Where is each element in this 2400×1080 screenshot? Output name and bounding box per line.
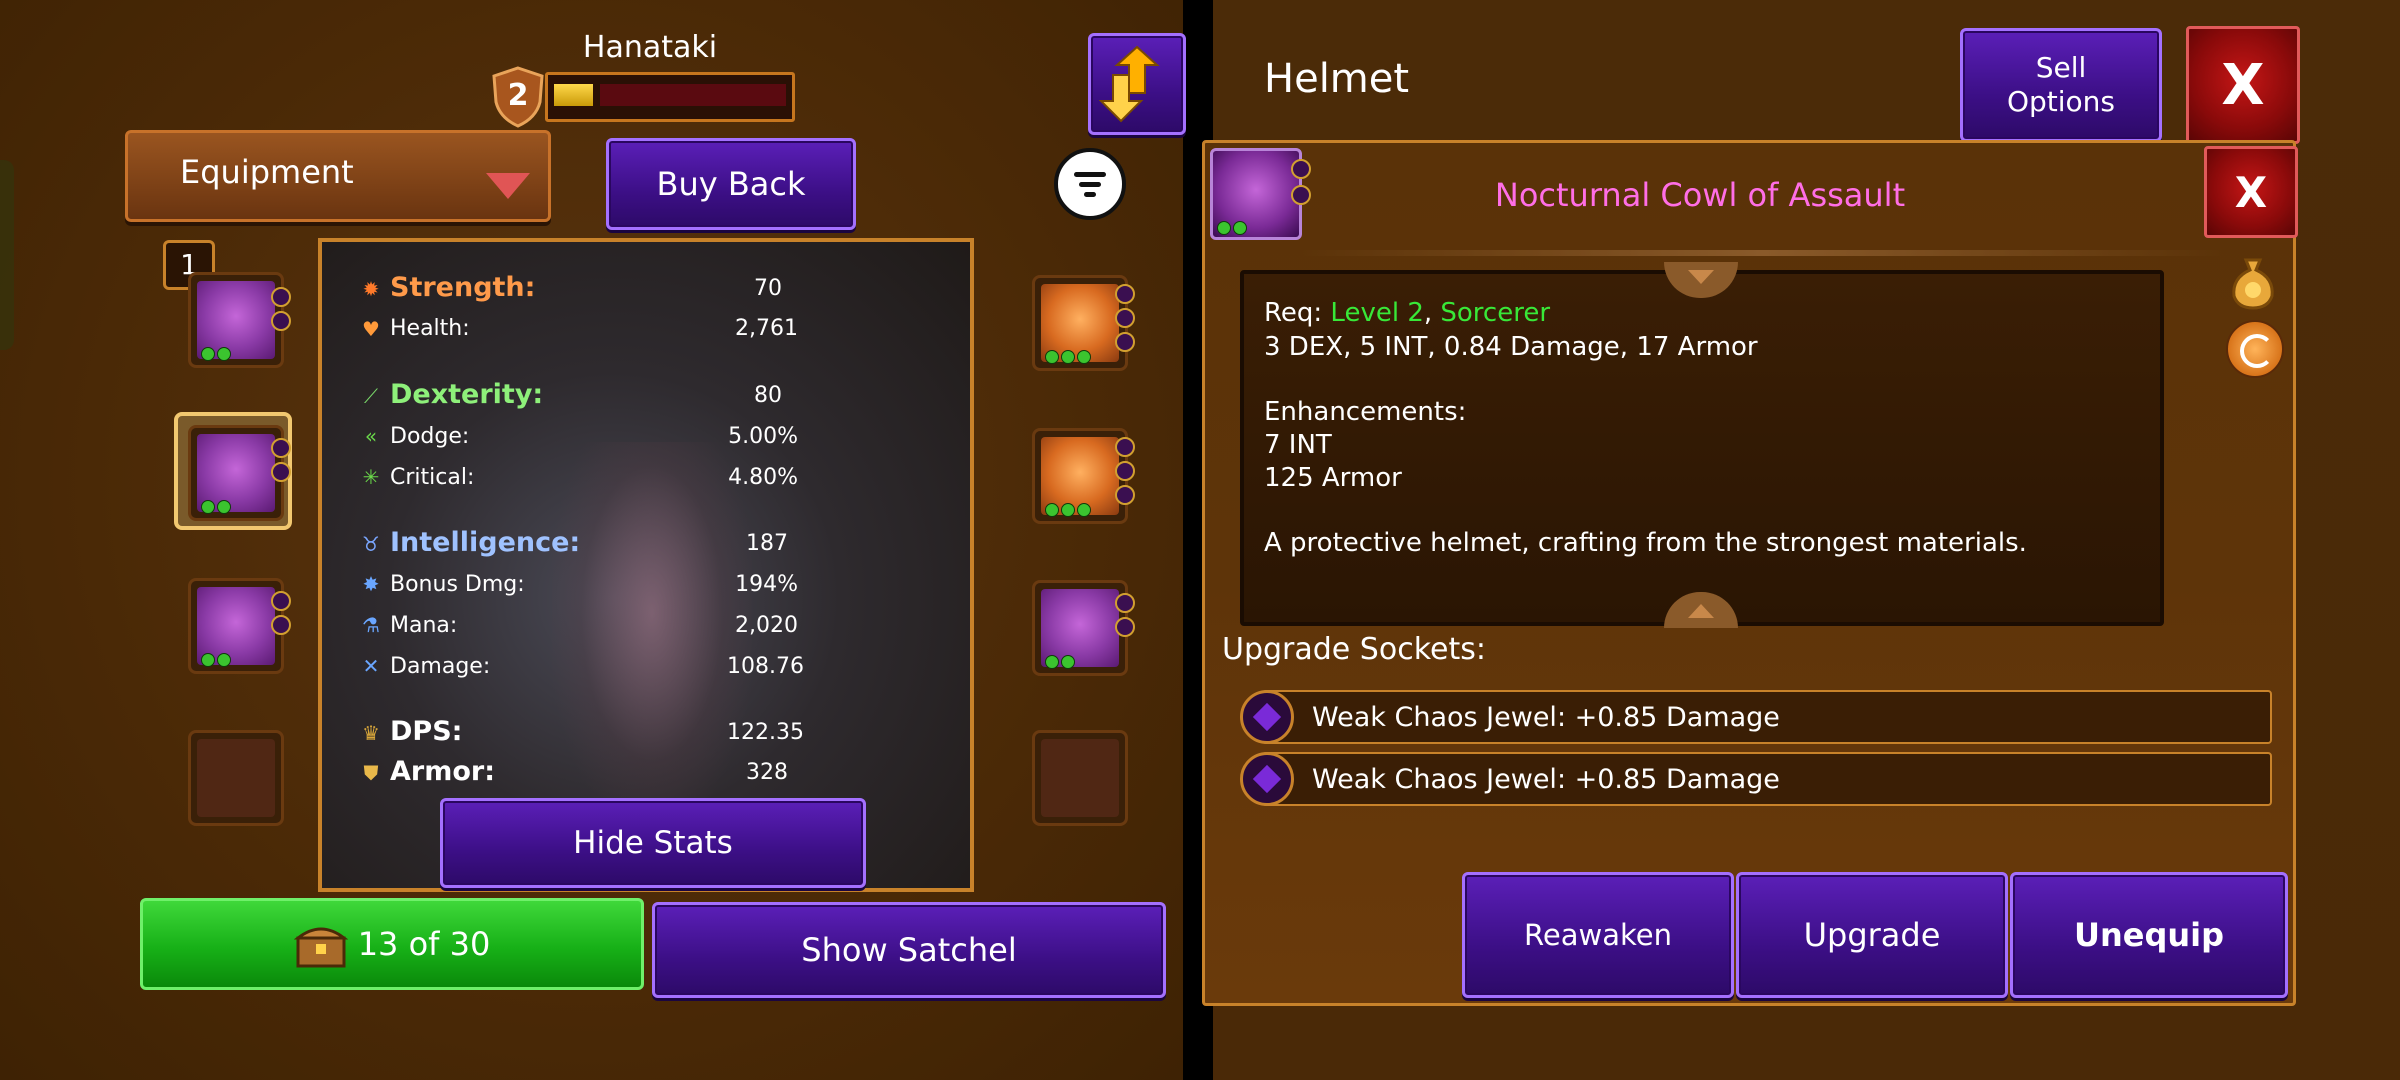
recycle-icon[interactable]	[2226, 320, 2284, 378]
armor-slot[interactable]	[188, 578, 291, 674]
dexterity-label: Dexterity:	[390, 379, 544, 410]
strength-icon: ✹	[362, 277, 380, 301]
buy-back-button[interactable]: Buy Back	[606, 138, 856, 230]
sell-options-line1: Sell	[2035, 51, 2087, 84]
reawaken-label: Reawaken	[1524, 918, 1672, 952]
item-icon-frame	[1210, 148, 1311, 240]
swap-button[interactable]	[1088, 33, 1186, 135]
filter-icon[interactable]	[1054, 148, 1126, 220]
dps-value: 122.35	[727, 720, 804, 745]
gloves-slot[interactable]	[188, 730, 284, 826]
item-name: Nocturnal Cowl of Assault	[1494, 176, 1906, 214]
strength-label: Strength:	[390, 272, 536, 303]
chevron-down-icon	[486, 173, 530, 199]
show-satchel-button[interactable]: Show Satchel	[652, 902, 1166, 998]
hide-stats-label: Hide Stats	[573, 825, 733, 861]
heart-icon: ♥	[362, 317, 380, 341]
enhancements-title: Enhancements:	[1264, 397, 1467, 427]
chaos-jewel-icon	[1240, 752, 1294, 806]
belt-slot[interactable]	[1032, 730, 1128, 826]
unequip-label: Unequip	[2073, 916, 2225, 954]
crossed-swords-icon: ✕	[362, 654, 380, 678]
requirements-line: Req: Level 2, Sorcerer	[1264, 298, 1551, 328]
player-name: Hanataki	[582, 30, 718, 65]
socket-label-1: Weak Chaos Jewel: +0.85 Damage	[1312, 702, 1780, 733]
health-value: 2,761	[735, 316, 798, 341]
enhancement-int: 7 INT	[1264, 430, 1332, 460]
panel-title: Helmet	[1264, 56, 1410, 102]
enhancement-armor: 125 Armor	[1264, 463, 1402, 493]
xp-bar-track	[600, 84, 786, 106]
intelligence-icon: ♉	[362, 532, 380, 556]
show-satchel-label: Show Satchel	[801, 931, 1017, 969]
damage-value: 108.76	[727, 654, 804, 679]
gold-bag-icon[interactable]	[2228, 254, 2278, 310]
unequip-button[interactable]: Unequip	[2010, 872, 2288, 998]
satchel-count-label: 13 of 30	[357, 925, 491, 963]
dropdown-label: Equipment	[180, 153, 354, 191]
item-description: A protective helmet, crafting from the s…	[1264, 528, 2027, 558]
critical-value: 4.80%	[728, 465, 798, 490]
gloves-placeholder-icon	[197, 739, 275, 817]
armor-value: 328	[746, 760, 788, 785]
swap-arrows-icon	[1099, 45, 1160, 123]
critical-label: Critical:	[390, 465, 475, 490]
xp-bar	[545, 72, 795, 122]
dodge-label: Dodge:	[390, 424, 470, 449]
dexterity-value: 80	[754, 383, 782, 408]
ring-slot[interactable]	[1032, 275, 1135, 371]
upgrade-button[interactable]: Upgrade	[1736, 872, 2008, 998]
close-panel-button[interactable]: X	[2186, 26, 2300, 144]
helmet-slot[interactable]	[188, 425, 291, 521]
left-edge-tab[interactable]	[0, 160, 14, 350]
intelligence-value: 187	[746, 531, 788, 556]
damage-label: Damage:	[390, 654, 491, 679]
equipment-dropdown[interactable]: Equipment	[125, 130, 551, 222]
xp-bar-fill	[554, 84, 594, 106]
armor-shield-icon: ⛊	[363, 761, 379, 785]
chaos-jewel-icon	[1240, 690, 1294, 744]
weapon-slot[interactable]	[188, 272, 291, 368]
mana-label: Mana:	[390, 613, 458, 638]
player-level: 2	[507, 78, 529, 113]
mana-potion-icon: ⚗	[362, 613, 380, 637]
dexterity-icon: ⟋	[364, 384, 378, 408]
critical-icon: ✳	[362, 465, 380, 489]
close-item-button[interactable]: X	[2204, 146, 2298, 238]
dodge-value: 5.00%	[728, 424, 798, 449]
armor-label: Armor:	[390, 756, 496, 787]
close-item-icon: X	[2234, 167, 2268, 217]
bonus-damage-icon: ✸	[362, 572, 380, 596]
sell-options-button[interactable]: Sell Options	[1960, 28, 2162, 142]
health-label: Health:	[390, 316, 470, 341]
upgrade-label: Upgrade	[1803, 916, 1941, 954]
bonus-dmg-value: 194%	[735, 572, 798, 597]
dps-icon: ♛	[362, 721, 380, 745]
strength-value: 70	[754, 276, 782, 301]
header-separator	[1302, 250, 2222, 256]
treasure-chest-icon	[293, 920, 349, 968]
intelligence-label: Intelligence:	[390, 527, 581, 558]
socket-label-2: Weak Chaos Jewel: +0.85 Damage	[1312, 764, 1780, 795]
buy-back-label: Buy Back	[656, 165, 806, 203]
dps-label: DPS:	[390, 716, 463, 747]
necklace-slot[interactable]	[1032, 428, 1135, 524]
upgrade-sockets-title: Upgrade Sockets:	[1222, 632, 1486, 667]
hide-stats-button[interactable]: Hide Stats	[440, 798, 866, 888]
satchel-count-button[interactable]: 13 of 30	[140, 898, 644, 990]
belt-placeholder-icon	[1041, 739, 1119, 817]
mana-value: 2,020	[735, 613, 798, 638]
bonus-dmg-label: Bonus Dmg:	[390, 572, 525, 597]
item-base-stats: 3 DEX, 5 INT, 0.84 Damage, 17 Armor	[1264, 332, 1758, 362]
close-icon: X	[2221, 52, 2265, 118]
dodge-icon: «	[364, 424, 378, 448]
sell-options-line2: Options	[2006, 85, 2116, 118]
amulet-slot[interactable]	[1032, 580, 1135, 676]
reawaken-button[interactable]: Reawaken	[1462, 872, 1734, 998]
